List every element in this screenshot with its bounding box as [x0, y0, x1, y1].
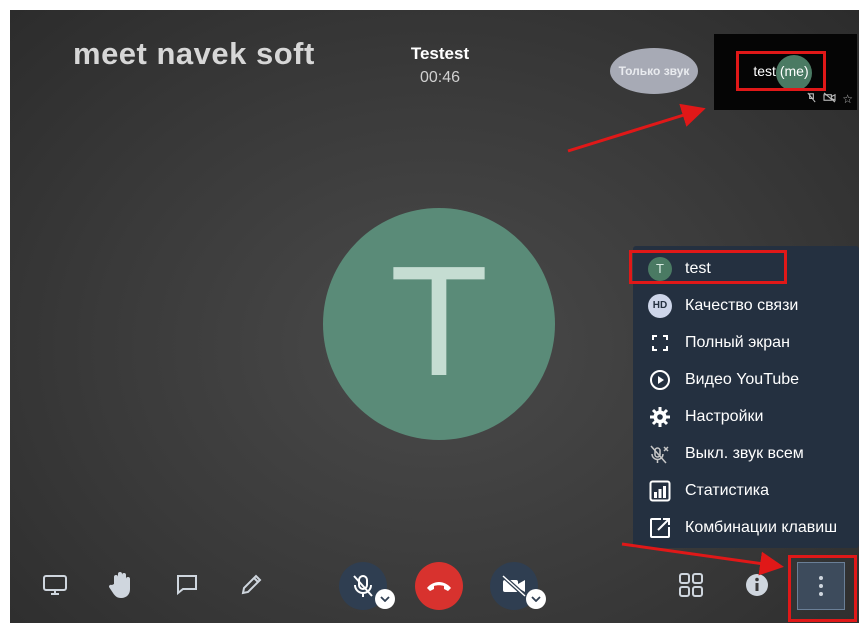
stats-icon	[647, 478, 673, 504]
mic-muted-icon	[806, 92, 817, 106]
highlight-box	[629, 250, 787, 284]
whiteboard-pen-icon[interactable]	[236, 570, 266, 600]
hangup-button[interactable]	[415, 562, 463, 610]
conference-title: Testest	[410, 44, 470, 63]
menu-item-participant[interactable]: T test	[629, 250, 859, 287]
audio-settings-chevron[interactable]	[375, 589, 395, 609]
highlight-box	[788, 555, 857, 622]
menu-item-fullscreen[interactable]: Полный экран	[633, 324, 859, 361]
fullscreen-icon	[647, 330, 673, 356]
menu-item-statistics[interactable]: Статистика	[633, 472, 859, 509]
tile-view-icon[interactable]	[676, 570, 706, 600]
star-icon[interactable]: ☆	[842, 92, 853, 106]
menu-item-label: Выкл. звук всем	[685, 444, 804, 462]
video-settings-chevron[interactable]	[526, 589, 546, 609]
menu-item-settings[interactable]: Настройки	[633, 398, 859, 435]
conference-timer: 00:46	[419, 69, 461, 86]
overflow-menu: T test HD Качество связи Полный экран Ви…	[629, 246, 859, 548]
menu-item-label: Статистика	[685, 481, 770, 499]
camera-muted-icon	[823, 92, 836, 106]
raise-hand-icon[interactable]	[106, 568, 136, 602]
self-view-tile[interactable]: test (me) ☆	[714, 34, 857, 110]
hd-icon: HD	[647, 293, 673, 319]
shortcuts-icon	[647, 515, 673, 541]
menu-item-connection-quality[interactable]: HD Качество связи	[633, 287, 859, 324]
main-participant-avatar: T	[323, 208, 555, 440]
self-name-label: test (me)	[736, 51, 826, 91]
chat-icon[interactable]	[172, 570, 202, 600]
mute-everyone-icon	[647, 441, 673, 467]
menu-item-youtube[interactable]: Видео YouTube	[633, 361, 859, 398]
menu-item-label: Видео YouTube	[685, 370, 800, 388]
self-status-icons: ☆	[806, 92, 853, 106]
brand-logo: meet navek soft	[73, 36, 315, 71]
conference-stage: meet navek soft Testest 00:46 Только зву…	[10, 10, 859, 623]
annotation-arrow-top	[567, 103, 706, 153]
gear-icon	[647, 404, 673, 430]
menu-item-label: Настройки	[685, 407, 764, 425]
menu-item-shortcuts[interactable]: Комбинации клавиш	[633, 509, 859, 546]
menu-item-label: Полный экран	[685, 333, 790, 351]
menu-item-label: Комбинации клавиш	[685, 518, 838, 536]
menu-item-label: Качество связи	[685, 296, 799, 314]
screen-share-icon[interactable]	[40, 570, 70, 600]
youtube-play-icon	[647, 367, 673, 393]
audio-only-button[interactable]: Только звук	[610, 48, 698, 94]
info-icon[interactable]	[742, 570, 772, 600]
menu-item-mute-everyone[interactable]: Выкл. звук всем	[633, 435, 859, 472]
